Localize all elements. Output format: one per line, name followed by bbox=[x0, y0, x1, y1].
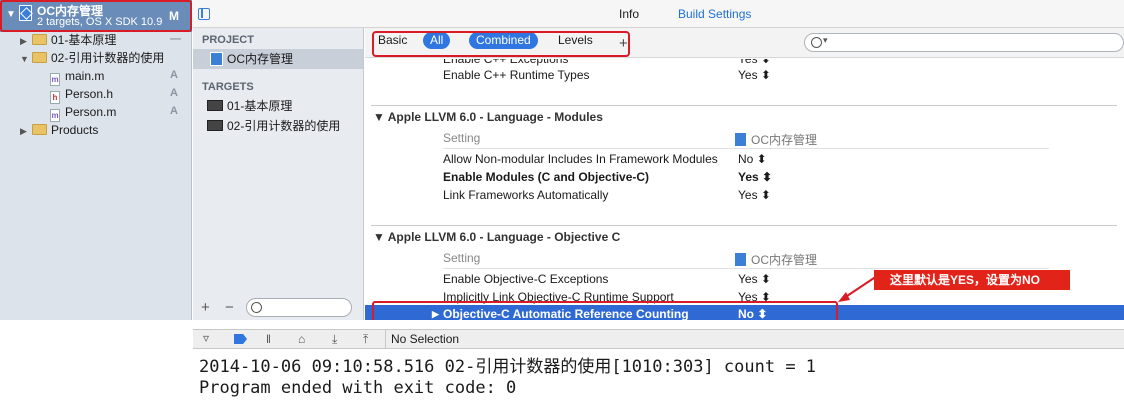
add-build-setting-button[interactable]: + bbox=[619, 35, 628, 52]
disclosure-open-icon[interactable]: ▼ bbox=[373, 110, 388, 124]
terminal-target-icon bbox=[207, 100, 223, 111]
disclosure-open-icon[interactable]: ▼ bbox=[20, 51, 32, 68]
item-status: A bbox=[170, 105, 178, 117]
tab-info[interactable]: Info bbox=[619, 7, 639, 21]
setting-name: Enable C++ Runtime Types bbox=[443, 68, 590, 82]
xcode-project-icon bbox=[735, 253, 746, 266]
disclosure-closed-icon[interactable]: ▶ bbox=[20, 33, 32, 50]
section-title[interactable]: ▼ Apple LLVM 6.0 - Language - Objective … bbox=[373, 230, 620, 244]
debug-bar-divider bbox=[385, 330, 386, 349]
folder-icon bbox=[32, 34, 47, 45]
project-column-header: OC内存管理 bbox=[735, 251, 817, 268]
sidebar-toggle-icon[interactable] bbox=[198, 8, 210, 20]
setting-name: Enable Modules (C and Objective-C) bbox=[443, 170, 650, 184]
setting-column-header: Setting bbox=[443, 131, 481, 145]
annotation-box-project bbox=[0, 0, 192, 32]
targets-list-footer: + − bbox=[193, 296, 363, 320]
step-into-icon[interactable]: ⤓ bbox=[332, 332, 337, 347]
setting-value[interactable]: Yes ⬍ bbox=[738, 66, 771, 84]
navigator-item-label: Person.m bbox=[65, 105, 117, 119]
target-item[interactable]: 02-引用计数器的使用 bbox=[193, 116, 363, 136]
console-line: 2014-10-06 09:10:58.516 02-引用计数器的使用[1010… bbox=[199, 357, 817, 377]
debug-bar: ▿ ‖ ⌂ ⤓ ⤒ No Selection bbox=[193, 329, 1124, 349]
breakpoints-toggle-icon[interactable] bbox=[234, 334, 247, 344]
targets-header: TARGETS bbox=[202, 81, 254, 93]
item-status: — bbox=[170, 33, 181, 45]
section-divider bbox=[371, 225, 1117, 226]
setting-column-header: Setting bbox=[443, 251, 481, 265]
objc-source-file-icon: m bbox=[50, 109, 60, 122]
project-column-header: OC内存管理 bbox=[735, 131, 817, 148]
item-status: A bbox=[170, 69, 178, 81]
terminal-target-icon bbox=[207, 120, 223, 131]
setting-name: Enable Objective-C Exceptions bbox=[443, 272, 609, 286]
folder-icon bbox=[32, 52, 47, 63]
xcode-project-icon bbox=[735, 133, 746, 146]
setting-name: Allow Non-modular Includes In Framework … bbox=[443, 152, 718, 166]
remove-target-button[interactable]: − bbox=[225, 299, 234, 316]
objc-source-file-icon: m bbox=[50, 73, 60, 86]
add-target-button[interactable]: + bbox=[201, 299, 210, 316]
target-filter-field[interactable] bbox=[246, 298, 352, 317]
navigator-item-folder-02[interactable]: ▼ 02-引用计数器的使用 bbox=[20, 50, 164, 67]
project-navigator: ▼ OC内存管理 2 targets, OS X SDK 10.9 M ▶ 01-… bbox=[0, 0, 192, 320]
build-settings-filter-bar: Basic All Combined Levels + bbox=[365, 28, 1124, 58]
no-selection-label: No Selection bbox=[391, 332, 460, 346]
project-header: PROJECT bbox=[202, 34, 254, 46]
target-item-label: 02-引用计数器的使用 bbox=[227, 119, 341, 133]
navigator-item-folder-01[interactable]: ▶ 01-基本原理 bbox=[20, 32, 116, 49]
row-divider bbox=[443, 148, 1049, 149]
navigator-item-label: Products bbox=[51, 123, 99, 137]
target-item-label: 01-基本原理 bbox=[227, 99, 293, 113]
navigator-item-main-m[interactable]: m main.m bbox=[50, 68, 105, 86]
project-item[interactable]: OC内存管理 bbox=[193, 49, 363, 69]
section-title[interactable]: ▼ Apple LLVM 6.0 - Language - Modules bbox=[373, 110, 603, 124]
tab-build-settings[interactable]: Build Settings bbox=[678, 7, 751, 21]
setting-name: Link Frameworks Automatically bbox=[443, 188, 609, 202]
annotation-callout: 这里默认是YES，设置为NO bbox=[874, 270, 1070, 290]
section-divider bbox=[371, 105, 1117, 106]
project-item-label: OC内存管理 bbox=[227, 52, 294, 66]
build-settings-search-field[interactable] bbox=[804, 33, 1124, 52]
navigator-item-person-h[interactable]: h Person.h bbox=[50, 86, 114, 104]
project-targets-list: PROJECT OC内存管理 TARGETS 01-基本原理 02-引用计数器的… bbox=[193, 28, 364, 320]
hide-debug-area-icon[interactable]: ▿ bbox=[203, 331, 209, 345]
folder-icon bbox=[32, 124, 47, 135]
xcode-project-icon bbox=[210, 52, 223, 66]
annotation-box-filters bbox=[372, 31, 630, 57]
disclosure-closed-icon[interactable]: ▶ bbox=[20, 123, 32, 140]
navigator-item-person-m[interactable]: m Person.m bbox=[50, 104, 117, 122]
navigator-item-label: main.m bbox=[65, 69, 105, 83]
setting-value[interactable]: Yes ⬍ bbox=[738, 270, 771, 288]
console-output[interactable]: 2014-10-06 09:10:58.516 02-引用计数器的使用[1010… bbox=[193, 350, 1124, 402]
disclosure-open-icon[interactable]: ▼ bbox=[373, 230, 388, 244]
navigator-item-label: 02-引用计数器的使用 bbox=[51, 51, 165, 65]
editor-tab-bar: Info Build Settings bbox=[193, 0, 1124, 28]
step-out-icon[interactable]: ⤒ bbox=[363, 332, 368, 347]
navigator-item-label: 01-基本原理 bbox=[51, 33, 117, 47]
setting-value[interactable]: Yes ⬍ bbox=[738, 168, 772, 186]
header-file-icon: h bbox=[50, 91, 60, 104]
pause-icon[interactable]: ‖ bbox=[266, 332, 271, 346]
item-status: A bbox=[170, 87, 178, 99]
target-item[interactable]: 01-基本原理 bbox=[193, 96, 363, 116]
console-line: Program ended with exit code: 0 bbox=[199, 378, 517, 398]
row-divider bbox=[443, 268, 1049, 269]
setting-value[interactable]: No ⬍ bbox=[738, 150, 767, 168]
navigator-item-products[interactable]: ▶ Products bbox=[20, 122, 98, 139]
setting-value[interactable]: Yes ⬍ bbox=[738, 186, 771, 204]
navigator-item-label: Person.h bbox=[65, 87, 114, 101]
step-over-icon[interactable]: ⌂ bbox=[298, 332, 305, 346]
annotation-box-arc-setting bbox=[372, 301, 838, 320]
